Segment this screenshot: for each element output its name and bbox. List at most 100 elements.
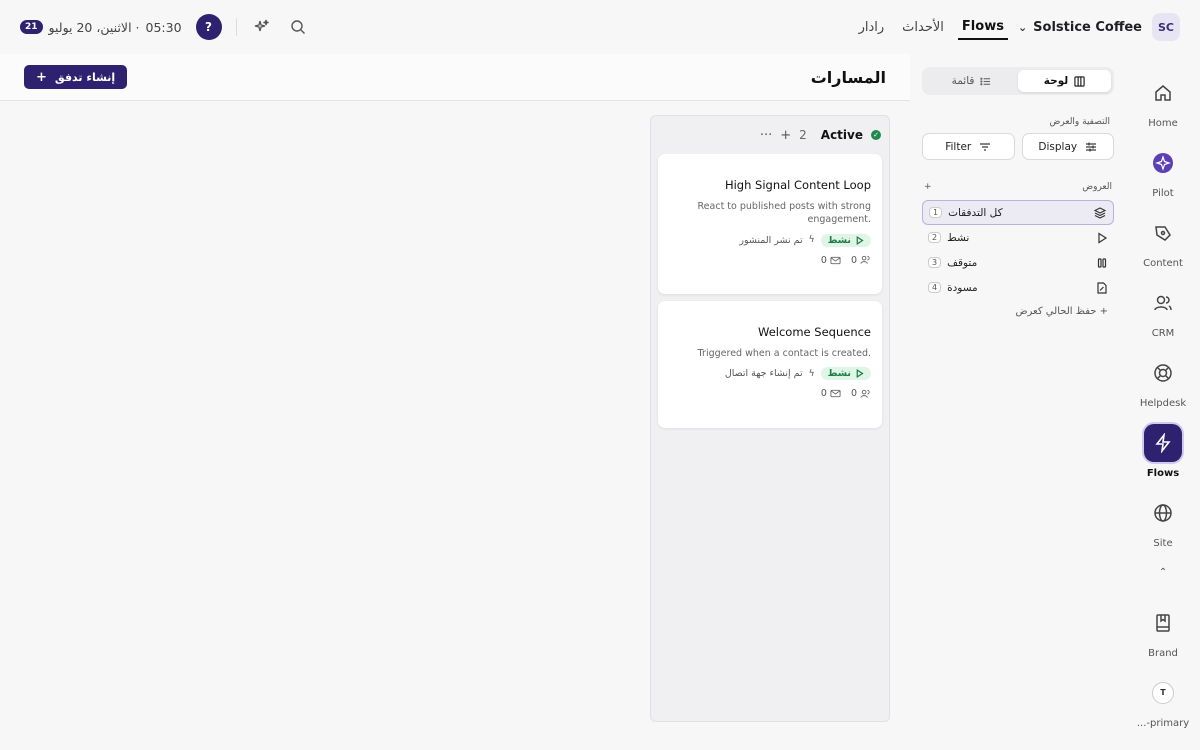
filter-label: Filter xyxy=(945,140,972,153)
chevron-up-icon[interactable]: ⌃ xyxy=(1159,556,1167,588)
view-count: 1 xyxy=(929,207,943,218)
filter-panel: لوحة قائمة التصفية والعرض Display Filter… xyxy=(922,54,1114,750)
sparkle-icon[interactable] xyxy=(251,16,273,38)
stat-mail-value: 0 xyxy=(820,254,827,266)
toggle-list-label: قائمة xyxy=(951,75,975,87)
play-icon xyxy=(856,369,864,379)
sidebar-item-brand[interactable]: Brand xyxy=(1128,596,1198,666)
main-content: المسارات إنشاء تدفق + ✓ Active 2 + ··· H… xyxy=(0,54,910,750)
search-icon[interactable] xyxy=(287,16,309,38)
toggle-list[interactable]: قائمة xyxy=(925,70,1018,92)
filter-buttons: Display Filter xyxy=(922,133,1114,160)
time-text: 05:30 xyxy=(145,19,182,35)
column-count: 2 xyxy=(799,128,807,142)
add-view-icon[interactable]: + xyxy=(924,182,932,192)
chevron-down-icon: ⌄ xyxy=(1017,20,1028,34)
tab-flows[interactable]: Flows xyxy=(957,15,1008,40)
tab-events[interactable]: الأحداث xyxy=(898,16,948,39)
view-count: 3 xyxy=(928,257,942,268)
sidebar-item-content[interactable]: Content xyxy=(1128,206,1198,276)
view-toggle: لوحة قائمة xyxy=(922,67,1114,95)
view-all-flows[interactable]: كل التدفقات 1 xyxy=(922,200,1114,225)
bolt-icon: ϟ xyxy=(808,368,815,379)
stat-people-value: 0 xyxy=(850,254,857,266)
sidebar-item-crm[interactable]: CRM xyxy=(1128,276,1198,346)
sidebar: Home Pilot Content CRM Helpdesk Flows Si… xyxy=(1126,54,1200,750)
sidebar-item-helpdesk[interactable]: Helpdesk xyxy=(1128,346,1198,416)
sidebar-item-pilot[interactable]: Pilot xyxy=(1128,136,1198,206)
display-button[interactable]: Display xyxy=(1021,133,1114,160)
sidebar-item-label: Flows xyxy=(1146,467,1180,479)
stat-mail: 0 xyxy=(821,255,841,266)
sidebar-item-label: CRM xyxy=(1151,327,1175,339)
users-icon xyxy=(860,255,870,264)
top-bar-right: SC Solstice Coffee ⌄ Flows الأحداث رادار xyxy=(855,13,1180,41)
pilot-icon xyxy=(1144,144,1182,182)
help-icon[interactable]: ? xyxy=(195,14,222,40)
bolt-icon: ϟ xyxy=(808,235,815,246)
play-icon xyxy=(1098,231,1108,244)
flow-card[interactable]: High Signal Content Loop React to publis… xyxy=(658,154,882,294)
save-current-view-link[interactable]: + حفظ الحالي كعرض xyxy=(922,306,1108,317)
view-paused[interactable]: متوقف 3 xyxy=(922,250,1114,275)
card-trigger: تم نشر المنشور xyxy=(739,234,803,246)
sidebar-item-label: Site xyxy=(1153,537,1173,549)
workspace-avatar: T xyxy=(1144,674,1182,712)
flow-card[interactable]: Welcome Sequence Triggered when a contac… xyxy=(658,301,882,428)
globe-icon xyxy=(1144,494,1182,532)
toggle-board[interactable]: لوحة xyxy=(1018,70,1111,92)
status-badge: نشط xyxy=(820,233,871,247)
t-avatar: T xyxy=(1152,681,1174,704)
play-icon xyxy=(856,235,864,245)
card-meta: نشط ϟ تم إنشاء جهة اتصال xyxy=(669,367,871,381)
page-title: المسارات xyxy=(810,67,886,87)
sidebar-item-workspace[interactable]: T ...-primary xyxy=(1128,666,1198,736)
sidebar-item-site[interactable]: Site xyxy=(1128,486,1198,556)
draft-icon xyxy=(1097,281,1107,294)
card-description: Triggered when a contact is created. xyxy=(697,348,871,359)
home-icon xyxy=(1144,74,1182,112)
sidebar-item-label: Pilot xyxy=(1152,187,1174,199)
main-header: المسارات إنشاء تدفق + xyxy=(0,54,910,101)
view-draft[interactable]: مسودة 4 xyxy=(922,275,1114,300)
status-label: نشط xyxy=(827,234,851,246)
filter-section-title: التصفية والعرض xyxy=(1049,117,1111,127)
column-name: Active xyxy=(820,128,863,142)
sidebar-item-label: ...-primary xyxy=(1136,717,1190,729)
board-column-active: ✓ Active 2 + ··· High Signal Content Loo… xyxy=(650,115,890,722)
bolt-icon xyxy=(1144,423,1182,462)
stat-people-value: 0 xyxy=(850,388,857,400)
columns-icon xyxy=(1074,75,1085,87)
org-name: Solstice Coffee xyxy=(1033,19,1142,35)
sidebar-item-label: Content xyxy=(1143,257,1183,269)
stat-people: 0 xyxy=(851,255,871,266)
sidebar-item-label: Home xyxy=(1148,117,1178,129)
more-icon[interactable]: ··· xyxy=(760,128,772,143)
filter-icon xyxy=(980,142,991,151)
users-icon xyxy=(1144,284,1182,322)
create-flow-button[interactable]: إنشاء تدفق + xyxy=(24,65,128,89)
divider xyxy=(235,18,237,36)
sidebar-item-home[interactable]: Home xyxy=(1128,66,1198,136)
view-active[interactable]: نشط 2 xyxy=(922,225,1114,250)
plus-icon: + xyxy=(36,69,47,85)
org-avatar[interactable]: SC xyxy=(1152,13,1180,41)
status-label: نشط xyxy=(827,368,851,380)
sliders-icon xyxy=(1086,142,1097,151)
filter-button[interactable]: Filter xyxy=(922,133,1015,160)
display-label: Display xyxy=(1038,140,1078,153)
date-text: · الاثنين، 20 يوليو xyxy=(48,19,140,35)
sidebar-item-flows[interactable]: Flows xyxy=(1128,416,1198,486)
card-meta: نشط ϟ تم نشر المنشور xyxy=(669,233,871,247)
list-icon xyxy=(980,77,991,85)
card-trigger: تم إنشاء جهة اتصال xyxy=(724,368,803,380)
sidebar-item-label: Brand xyxy=(1148,647,1178,659)
pause-icon xyxy=(1097,257,1107,268)
pen-icon xyxy=(1144,214,1182,252)
date-badge: 21 xyxy=(20,20,43,34)
tab-radar[interactable]: رادار xyxy=(855,16,889,39)
app-root: SC Solstice Coffee ⌄ Flows الأحداث رادار… xyxy=(0,0,1200,750)
status-badge: نشط xyxy=(820,367,871,381)
org-switcher[interactable]: Solstice Coffee ⌄ xyxy=(1018,20,1142,35)
add-card-icon[interactable]: + xyxy=(780,128,791,143)
